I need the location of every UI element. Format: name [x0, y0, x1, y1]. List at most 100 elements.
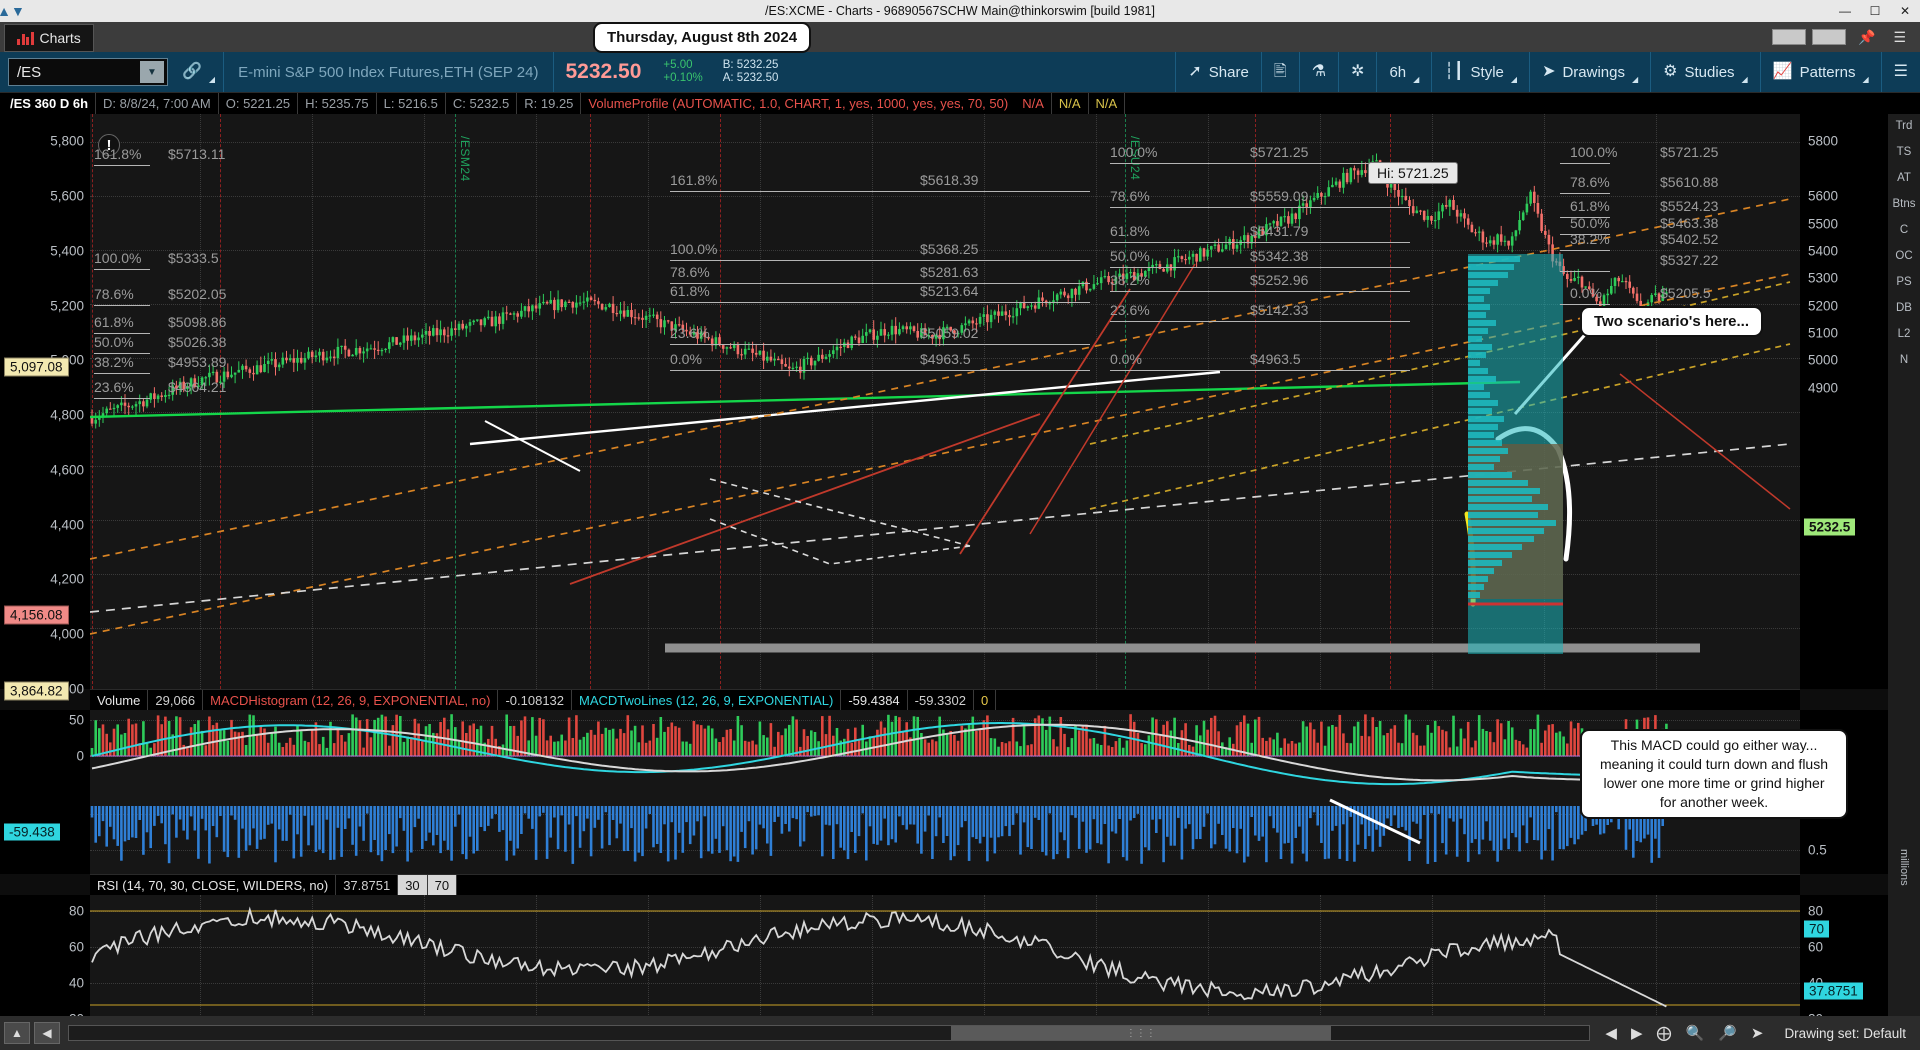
- studies-button[interactable]: ⚙ Studies ◢: [1651, 52, 1760, 92]
- grid-menu-icon[interactable]: ☰: [1882, 52, 1920, 92]
- zoom-out-icon[interactable]: 🔎: [1711, 1024, 1744, 1042]
- fib-mid-line-2: [670, 283, 1090, 285]
- chevron-down-icon[interactable]: ▼: [140, 61, 164, 83]
- fib-left-price-6: $4864.21: [168, 378, 227, 395]
- info-symbol: /ES 360 D 6h: [0, 92, 97, 115]
- info-close: C: 5232.5: [446, 92, 518, 115]
- scrollbar-thumb[interactable]: ⋮⋮⋮: [950, 1026, 1331, 1040]
- flask-icon[interactable]: ⚗: [1300, 52, 1338, 92]
- price-axis-left[interactable]: 5,8005,6005,4005,2005,0004,8004,6004,400…: [0, 114, 90, 701]
- fib-left-pct-4: 50.0%: [94, 334, 134, 351]
- rsi-ytick-80: 80: [68, 903, 84, 919]
- sidebar-item-l2[interactable]: L2: [1898, 328, 1911, 340]
- right-icon[interactable]: ▶: [1624, 1024, 1650, 1042]
- sidebar-item-db[interactable]: DB: [1896, 302, 1912, 314]
- minimize-button[interactable]: —: [1830, 0, 1860, 22]
- link-icon[interactable]: 🔗 ◢: [174, 52, 223, 92]
- zoom-in-icon[interactable]: 🔍: [1678, 1024, 1711, 1042]
- drawing-set-label[interactable]: Drawing set: Default: [1770, 1026, 1920, 1041]
- patterns-button[interactable]: 📈 Patterns ◢: [1761, 52, 1881, 92]
- sidebar-item-ts[interactable]: TS: [1897, 146, 1912, 158]
- price-pane[interactable]: /ESM24 /ESU24 ! 161.8% $5713.11 100.0% $…: [0, 114, 1920, 701]
- sidebar-item-trd[interactable]: Trd: [1896, 120, 1913, 132]
- fib-left-pct-1: 100.0%: [94, 250, 142, 267]
- bid-price: B: 5232.25: [722, 59, 779, 71]
- info-study-volumeprofile[interactable]: VolumeProfile (AUTOMATIC, 1.0, CHART, 1,…: [581, 93, 1015, 115]
- sidebar-item-btns[interactable]: Btns: [1892, 198, 1915, 210]
- fib-left-line-5: [94, 373, 150, 375]
- volume-pane-header: Volume 29,066 MACDHistogram (12, 26, 9, …: [90, 689, 1800, 711]
- sidebar-item-c[interactable]: C: [1900, 224, 1908, 236]
- pin-icon[interactable]: 📌: [1852, 29, 1881, 46]
- volume-plot-area[interactable]: [90, 710, 1800, 874]
- fib-left-line-2: [94, 305, 150, 307]
- callout-two-scenarios: Two scenario's here...: [1580, 306, 1764, 337]
- timeframe-button[interactable]: 6h ◢: [1377, 52, 1431, 92]
- gear-icon[interactable]: ✲: [1339, 52, 1376, 92]
- close-button[interactable]: ✕: [1890, 0, 1920, 22]
- home-icon[interactable]: ▲: [4, 1022, 30, 1044]
- macd-histogram-label[interactable]: MACDHistogram (12, 26, 9, EXPONENTIAL, n…: [203, 689, 499, 711]
- price-ytickR-6: 5100: [1808, 325, 1839, 341]
- window-chip-2[interactable]: [1812, 29, 1846, 45]
- fib-left-pct-2: 78.6%: [94, 286, 134, 303]
- fib-profile-pct-4: 38.2%: [1570, 231, 1610, 248]
- price-ytick-7: 4,400: [50, 517, 84, 533]
- horizontal-scrollbar[interactable]: ⋮⋮⋮: [68, 1025, 1591, 1041]
- hamburger-icon[interactable]: ☰: [1887, 29, 1912, 46]
- maximize-button[interactable]: ☐: [1860, 0, 1890, 22]
- price-plot-area[interactable]: /ESM24 /ESU24 ! 161.8% $5713.11 100.0% $…: [90, 114, 1800, 689]
- rsi-pane[interactable]: RSI (14, 70, 30, CLOSE, WILDERS, no) 37.…: [0, 874, 1920, 1039]
- note-icon[interactable]: 🖹: [1262, 52, 1299, 92]
- macd-twolines-label[interactable]: MACDTwoLines (12, 26, 9, EXPONENTIAL): [572, 689, 842, 711]
- fib-left-line-6: [94, 397, 150, 399]
- share-button[interactable]: ➚ Share: [1176, 52, 1260, 92]
- style-button[interactable]: ┆┃ Style ◢: [1432, 52, 1529, 92]
- vol-ytickR-05: 0.5: [1808, 842, 1827, 858]
- tab-charts[interactable]: Charts: [4, 24, 94, 52]
- drawings-label: Drawings: [1562, 63, 1625, 81]
- rsi-ytick-40: 40: [68, 975, 84, 991]
- fib-left-line-0: [94, 165, 150, 167]
- share-icon: ➚: [1188, 63, 1202, 80]
- fib-mid-price-5: $4963.5: [920, 351, 971, 368]
- fib-mid-price-1: $5368.25: [920, 240, 979, 257]
- fib-profile-line-5: [1560, 270, 1610, 272]
- fib-left-line-1: [94, 269, 150, 271]
- price-tag-4156: 4,156.08: [4, 605, 69, 625]
- fib-right-price-6: $4963.5: [1250, 351, 1301, 368]
- sidebar-item-ps[interactable]: PS: [1896, 276, 1911, 288]
- fib-right-pct-1: 78.6%: [1110, 188, 1150, 205]
- window-title: /ES:XCME - Charts - 96890567SCHW Main@th…: [765, 4, 1155, 18]
- symbol-input[interactable]: /ES ▼: [8, 58, 168, 86]
- macd-value-3: 0: [974, 689, 997, 711]
- drawings-button[interactable]: ➤ Drawings ◢: [1530, 52, 1650, 92]
- price-ytickR-7: 5000: [1808, 352, 1839, 368]
- fib-left-price-1: $5333.5: [168, 250, 219, 267]
- cursor-icon[interactable]: ➤: [1744, 1024, 1771, 1042]
- info-open: O: 5221.25: [219, 92, 299, 115]
- fib-right-pct-0: 100.0%: [1110, 143, 1158, 160]
- fib-left-price-3: $5098.86: [168, 314, 227, 331]
- patterns-label: Patterns: [1799, 63, 1856, 81]
- price-tag-last: 5232.5: [1804, 518, 1856, 536]
- chevron-left-icon[interactable]: ◀: [34, 1022, 60, 1044]
- app-tab-row: Charts 📌 ☰: [0, 22, 1920, 52]
- window-controls[interactable]: — ☐ ✕: [1830, 0, 1920, 22]
- fib-right-price-4: $5252.96: [1250, 272, 1309, 289]
- info-range: R: 19.25: [517, 92, 582, 115]
- crosshair-icon[interactable]: ⨁: [1649, 1024, 1678, 1042]
- left-icon[interactable]: ◀: [1598, 1024, 1624, 1042]
- rsi-label[interactable]: RSI (14, 70, 30, CLOSE, WILDERS, no): [90, 874, 337, 896]
- sidebar-item-oc[interactable]: OC: [1895, 250, 1912, 262]
- sidebar-item-n[interactable]: N: [1900, 354, 1908, 366]
- fib-mid-price-4: $5059.02: [920, 325, 979, 342]
- callout-macd-note: This MACD could go either way... meaning…: [1580, 729, 1848, 819]
- price-ytick-6: 4,600: [50, 462, 84, 478]
- window-chip-1[interactable]: [1772, 29, 1806, 45]
- tab-charts-label: Charts: [39, 30, 81, 46]
- sidebar-item-at[interactable]: AT: [1897, 172, 1911, 184]
- fib-profile-price-4: $5402.52: [1660, 231, 1719, 248]
- rsi-tag-value: 37.8751: [1804, 982, 1863, 1000]
- right-sidebar[interactable]: millions Trd TS AT Btns C OC PS DB L2 N: [1888, 114, 1920, 1016]
